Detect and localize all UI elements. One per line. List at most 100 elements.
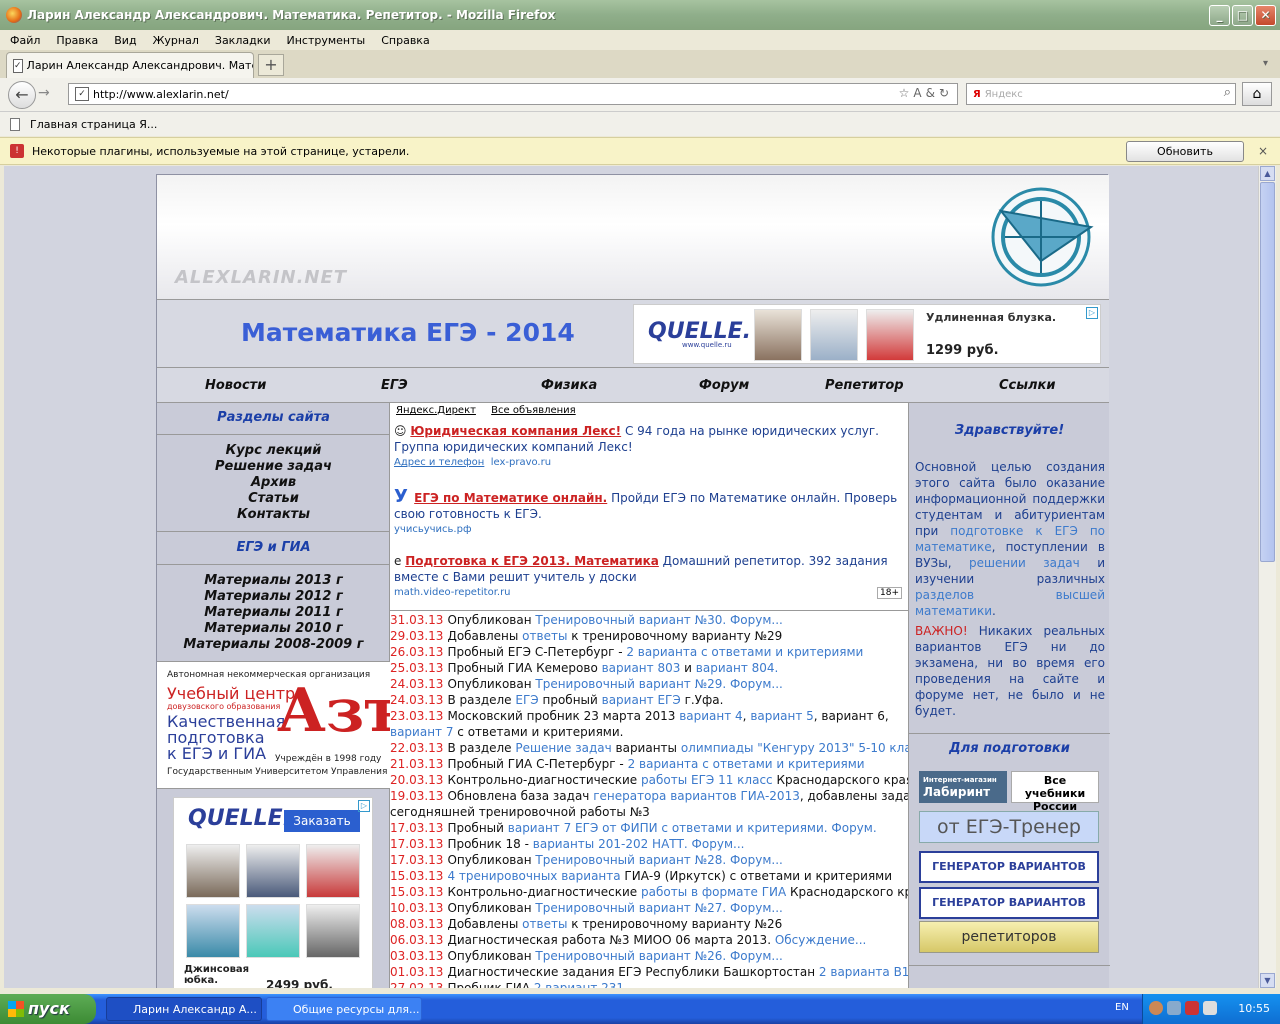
menu-tools[interactable]: Инструменты: [287, 34, 366, 47]
network-icon[interactable]: [1167, 1001, 1181, 1015]
ad-product-image[interactable]: [246, 844, 300, 898]
ampersand-icon[interactable]: &: [926, 86, 939, 100]
news-link[interactable]: Тренировочный вариант №26. Форум...: [535, 949, 782, 963]
ad-choices-icon[interactable]: ▷: [1086, 307, 1098, 319]
all-textbooks-banner[interactable]: Все учебники России: [1011, 771, 1099, 813]
menu-help[interactable]: Справка: [381, 34, 429, 47]
nav-forum[interactable]: Форум: [699, 378, 749, 393]
menu-history[interactable]: Журнал: [153, 34, 199, 47]
vertical-scrollbar[interactable]: ▲ ▼: [1258, 166, 1276, 988]
news-link[interactable]: Тренировочный вариант №27. Форум...: [535, 901, 782, 915]
news-link[interactable]: ответы: [522, 629, 567, 643]
menu-bookmarks[interactable]: Закладки: [215, 34, 271, 47]
news-link[interactable]: Тренировочный вариант №29. Форум...: [535, 677, 782, 691]
news-link[interactable]: вариант 5: [750, 709, 813, 723]
site-logo[interactable]: ALEXLARIN.NET: [175, 267, 347, 288]
tab-list-chevron-down-icon[interactable]: ▾: [1263, 58, 1268, 69]
news-link[interactable]: 2 варианта с ответами и критериями: [628, 757, 865, 771]
ad-address-link[interactable]: Адрес и телефон: [394, 457, 484, 468]
update-plugins-button[interactable]: Обновить плагины...: [1126, 141, 1244, 177]
news-link[interactable]: работы в формате ГИА: [641, 885, 786, 899]
nav-tutor[interactable]: Репетитор: [825, 378, 904, 393]
news-link[interactable]: Решение задач: [515, 741, 611, 755]
news-link[interactable]: Тренировочный вариант №28. Форум...: [535, 853, 782, 867]
plugin-bar-close-icon[interactable]: ×: [1258, 144, 1268, 158]
link-contacts[interactable]: Контакты: [157, 507, 390, 523]
scroll-down-icon[interactable]: ▼: [1260, 973, 1275, 988]
nav-links[interactable]: Ссылки: [999, 378, 1055, 393]
news-link[interactable]: вариант 804.: [696, 661, 779, 675]
yandex-direct-link[interactable]: Яндекс.Директ: [396, 405, 476, 416]
news-link[interactable]: варианты 201-202 НАТТ. Форум...: [533, 837, 745, 851]
close-button[interactable]: ✕: [1255, 5, 1276, 26]
labirint-banner[interactable]: Интернет-магазин Лабиринт: [919, 771, 1007, 803]
news-link[interactable]: вариант 803: [602, 661, 681, 675]
training-center-banner[interactable]: Автономная некоммерческая организация Уч…: [157, 661, 410, 789]
menu-edit[interactable]: Правка: [56, 34, 98, 47]
news-link[interactable]: вариант ЕГЭ: [602, 693, 681, 707]
ad-title[interactable]: Подготовка к ЕГЭ 2013. Математика: [405, 554, 659, 568]
taskbar-firefox[interactable]: Ларин Александр А...: [106, 997, 262, 1021]
ad-domain[interactable]: учисьучись.рф: [394, 522, 899, 538]
ad-domain[interactable]: math.video-repetitor.ru: [394, 585, 899, 601]
ad-product-price[interactable]: 1299 руб.: [926, 343, 999, 358]
ege-trener-banner[interactable]: от ЕГЭ-Тренер: [919, 811, 1099, 843]
news-link[interactable]: Обсуждение...: [775, 933, 867, 947]
minimize-button[interactable]: _: [1209, 5, 1230, 26]
link-materials-2010[interactable]: Материалы 2010 г: [157, 621, 390, 637]
news-link[interactable]: ответы: [522, 917, 567, 931]
news-link[interactable]: 4 тренировочных варианта: [447, 869, 620, 883]
scroll-thumb[interactable]: [1260, 182, 1275, 562]
link-archive[interactable]: Архив: [157, 475, 390, 491]
news-link[interactable]: вариант 7: [390, 725, 453, 739]
news-link[interactable]: 2 вариант 231: [534, 981, 624, 988]
taskbar-shared-resources[interactable]: Общие ресурсы для...: [266, 997, 422, 1021]
ad-product-image[interactable]: [306, 844, 360, 898]
ad-title[interactable]: Юридическая компания Лекс!: [410, 424, 621, 438]
home-button[interactable]: ⌂: [1242, 82, 1272, 106]
bookmark-star-icon[interactable]: ☆: [899, 86, 914, 100]
nav-news[interactable]: Новости: [205, 378, 266, 393]
link-articles[interactable]: Статьи: [157, 491, 390, 507]
search-input[interactable]: Я Яндекс ⌕: [966, 83, 1236, 105]
news-link[interactable]: вариант 4: [679, 709, 742, 723]
menu-view[interactable]: Вид: [114, 34, 136, 47]
ad-domain[interactable]: lex-pravo.ru: [491, 457, 551, 468]
antivirus-icon[interactable]: [1185, 1001, 1199, 1015]
translate-icon[interactable]: A: [913, 86, 925, 100]
news-link[interactable]: Тренировочный вариант №30. Форум...: [535, 613, 782, 627]
tutors-button[interactable]: репетиторов: [919, 921, 1099, 953]
all-ads-link[interactable]: Все объявления: [491, 405, 576, 416]
ad-title[interactable]: ЕГЭ по Математике онлайн.: [414, 491, 607, 505]
news-link[interactable]: 2 варианта с ответами и критериями: [626, 645, 863, 659]
link-materials-2008-2009[interactable]: Материалы 2008-2009 г: [157, 637, 390, 653]
link-materials-2011[interactable]: Материалы 2011 г: [157, 605, 390, 621]
news-link[interactable]: ЕГЭ: [515, 693, 538, 707]
start-button[interactable]: пуск: [0, 994, 96, 1024]
nav-physics[interactable]: Физика: [541, 378, 597, 393]
ad-product-image[interactable]: [866, 309, 914, 361]
link-problems[interactable]: Решение задач: [157, 459, 390, 475]
ad-product-text[interactable]: Джинсовая юбка.: [184, 964, 264, 986]
ege-generator-button[interactable]: ГЕНЕРАТОР ВАРИАНТОВ ЕГЭ: [919, 851, 1099, 901]
ad-product-image[interactable]: [246, 904, 300, 958]
url-bar[interactable]: ✓ http://www.alexlarin.net/ ☆A&↻: [68, 83, 958, 105]
news-link[interactable]: олимпиады "Кенгуру 2013" 5-10 класс: [681, 741, 908, 755]
forward-arrow-icon[interactable]: →: [38, 85, 50, 101]
order-button[interactable]: Заказать: [284, 810, 360, 832]
scroll-up-icon[interactable]: ▲: [1260, 166, 1275, 181]
bookmark-yandex[interactable]: Главная страница Я...: [30, 118, 157, 131]
ad-choices-icon[interactable]: ▷: [358, 800, 370, 812]
news-link[interactable]: 2 варианта В1-С2: [819, 965, 908, 979]
site-identity-icon[interactable]: ✓: [75, 87, 89, 101]
new-tab-button[interactable]: +: [258, 54, 284, 76]
quelle-ad-side[interactable]: QUELLE. Заказать ▷ Джинсовая юбка. 2499 …: [173, 797, 373, 988]
news-link[interactable]: вариант 7 ЕГЭ от ФИПИ с ответами и крите…: [508, 821, 877, 835]
link-materials-2012[interactable]: Материалы 2012 г: [157, 589, 390, 605]
back-button[interactable]: ←: [8, 81, 36, 109]
url-text[interactable]: http://www.alexlarin.net/: [93, 88, 229, 101]
volume-icon[interactable]: [1203, 1001, 1217, 1015]
yandex-engine-icon[interactable]: Я: [973, 89, 981, 100]
search-icon[interactable]: ⌕: [1224, 85, 1231, 100]
ad-product-image[interactable]: [186, 844, 240, 898]
